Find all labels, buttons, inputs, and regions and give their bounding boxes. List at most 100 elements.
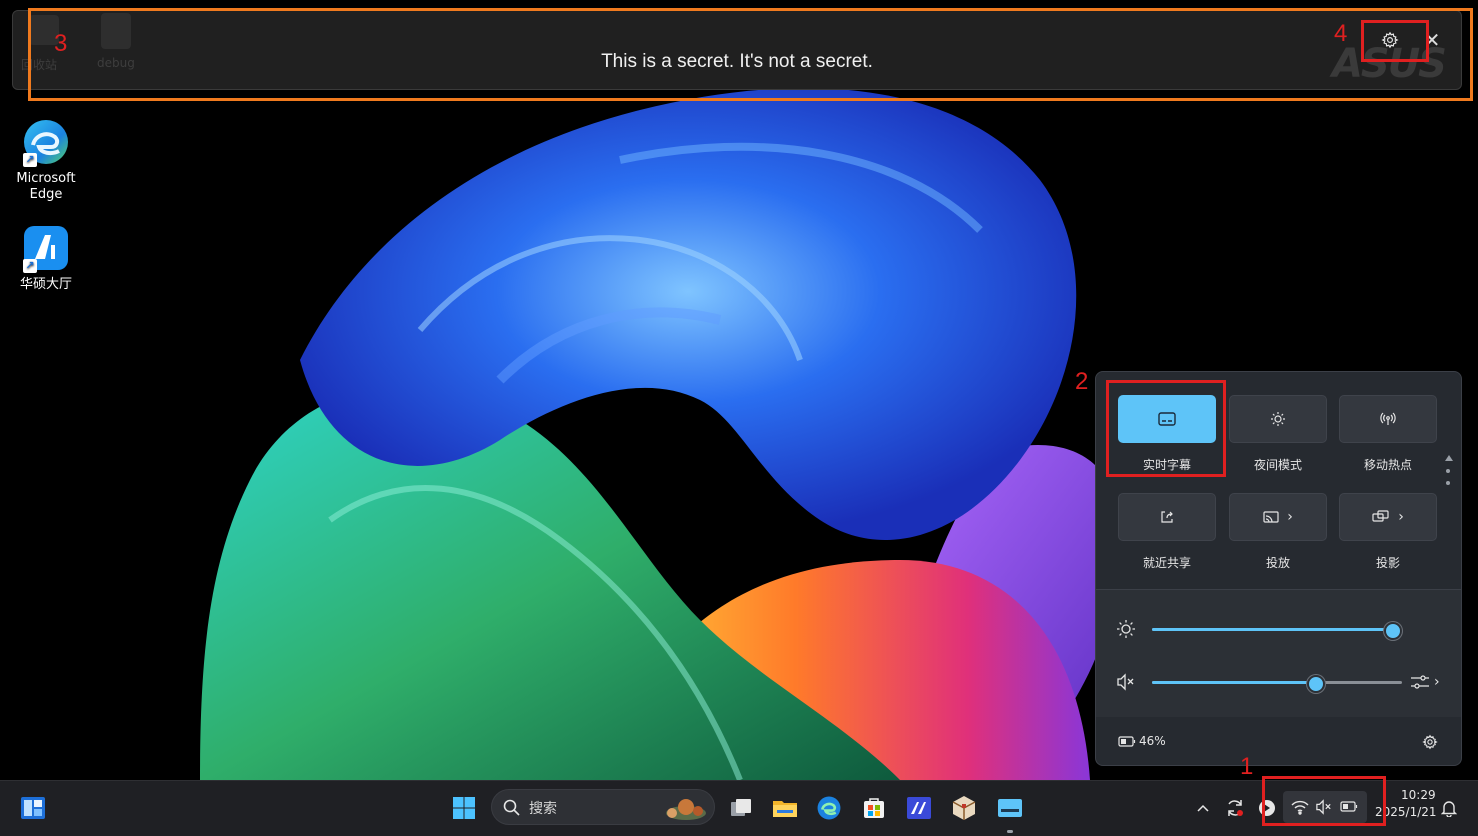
- cast-button[interactable]: ›: [1229, 493, 1327, 541]
- caption-text: This is a secret. It's not a secret.: [601, 51, 873, 72]
- search-icon: [503, 799, 520, 816]
- shortcut-arrow-icon: ↗: [23, 259, 37, 273]
- sync-tray-button[interactable]: [1218, 791, 1252, 825]
- pager-up-icon: [1445, 455, 1453, 461]
- bell-icon: [1441, 801, 1457, 817]
- volume-muted-icon[interactable]: [1116, 673, 1136, 691]
- close-icon: ✕: [1423, 28, 1441, 52]
- search-label: 搜索: [529, 801, 557, 817]
- brightness-row: [1116, 617, 1446, 641]
- tray-app-button[interactable]: [1250, 791, 1284, 825]
- app-cube-button[interactable]: [947, 791, 981, 825]
- brightness-icon: [1117, 620, 1135, 638]
- folder-icon: [773, 801, 797, 817]
- pager-dot: [1446, 469, 1450, 473]
- all-settings-button[interactable]: [1419, 731, 1441, 753]
- tile-project[interactable]: › 投影: [1339, 493, 1437, 571]
- tile-nearby-share[interactable]: 就近共享: [1118, 493, 1216, 571]
- cast-icon: [1263, 511, 1279, 523]
- taskbar-search[interactable]: 搜索: [491, 789, 715, 825]
- asus-hall-icon: ↗: [21, 223, 71, 273]
- battery-icon: [1118, 736, 1136, 747]
- brightness-slider[interactable]: [1152, 622, 1402, 640]
- live-captions-bar: 回收站 debug ASUS This is a secret. It's no…: [12, 10, 1462, 90]
- brightness-fill: [1152, 628, 1392, 631]
- nearby-share-icon: [1161, 511, 1173, 523]
- desktop-icon-edge[interactable]: ↗ Microsoft Edge: [10, 117, 82, 203]
- myasus-button[interactable]: [902, 791, 936, 825]
- tray-app-icon: [1259, 800, 1275, 816]
- volume-muted-icon: [1316, 799, 1331, 815]
- audio-output-button[interactable]: ›: [1410, 672, 1444, 692]
- chevron-right-icon: ›: [1287, 509, 1293, 525]
- hotspot-toggle[interactable]: [1339, 395, 1437, 443]
- task-view-button[interactable]: [724, 791, 758, 825]
- audio-mixer-icon: [1411, 675, 1429, 689]
- live-captions-taskbar-button[interactable]: [993, 791, 1027, 833]
- folder-ghost-icon: [101, 13, 131, 49]
- tile-night-light[interactable]: 夜间模式: [1229, 395, 1327, 473]
- network-volume-battery-group[interactable]: [1283, 791, 1367, 823]
- desktop-icon-label: Microsoft: [16, 171, 76, 186]
- battery-percent: 46%: [1139, 734, 1166, 748]
- project-button[interactable]: ›: [1339, 493, 1437, 541]
- caption-close-button[interactable]: ✕: [1419, 27, 1445, 53]
- volume-thumb[interactable]: [1306, 675, 1325, 693]
- live-captions-app-icon: [998, 799, 1022, 817]
- gear-icon: [1422, 734, 1438, 750]
- brightness-thumb[interactable]: [1384, 622, 1402, 640]
- taskbar: 搜索 10:29 2025/1/21: [0, 780, 1478, 836]
- live-captions-toggle[interactable]: [1118, 395, 1216, 443]
- quick-settings-tiles: 实时字幕 夜间模式 移动热点 就近共享 › 投放 › 投影: [1096, 372, 1461, 589]
- battery-icon: [1340, 801, 1358, 812]
- tile-label: 实时字幕: [1142, 458, 1191, 472]
- caption-settings-button[interactable]: [1377, 27, 1403, 53]
- tile-live-captions[interactable]: 实时字幕: [1118, 395, 1216, 473]
- search-highlight-icon: [666, 799, 706, 820]
- volume-fill: [1152, 681, 1315, 684]
- running-indicator: [1007, 830, 1013, 833]
- desktop-icon-label: Edge: [29, 187, 63, 202]
- shortcut-arrow-icon: ↗: [23, 153, 37, 167]
- live-captions-icon: [1158, 412, 1176, 426]
- night-light-toggle[interactable]: [1229, 395, 1327, 443]
- show-hidden-icons-button[interactable]: [1186, 791, 1220, 825]
- annotation-number: 4: [1334, 20, 1348, 47]
- edge-taskbar-button[interactable]: [812, 791, 846, 825]
- myasus-icon: [907, 797, 931, 819]
- notifications-button[interactable]: [1432, 791, 1466, 825]
- quick-settings-footer: 46%: [1096, 716, 1461, 765]
- store-button[interactable]: [857, 791, 891, 825]
- clock-date: 2025/1/21: [1375, 805, 1437, 819]
- tiles-pager[interactable]: [1445, 455, 1453, 493]
- file-explorer-button[interactable]: [768, 791, 802, 825]
- nearby-share-toggle[interactable]: [1118, 493, 1216, 541]
- tile-label: 就近共享: [1142, 556, 1191, 570]
- desktop-icon-asus-hall[interactable]: ↗ 华硕大厅: [10, 223, 82, 293]
- quick-settings-sliders: ›: [1096, 589, 1461, 717]
- tile-label: 移动热点: [1363, 458, 1412, 472]
- windows-logo-icon: [453, 797, 475, 819]
- volume-row: ›: [1116, 670, 1446, 694]
- tile-label: 夜间模式: [1253, 458, 1302, 472]
- gear-icon: [1381, 31, 1399, 49]
- edge-icon: ↗: [21, 117, 71, 167]
- sync-icon: [1228, 800, 1243, 816]
- desktop-icon-label: 华硕大厅: [19, 277, 72, 292]
- widgets-icon: [21, 797, 45, 819]
- wifi-icon: [1291, 800, 1309, 815]
- tile-label: 投影: [1375, 556, 1400, 570]
- widgets-button[interactable]: [16, 791, 50, 825]
- tile-mobile-hotspot[interactable]: 移动热点: [1339, 395, 1437, 473]
- chevron-up-icon: [1197, 804, 1209, 812]
- tile-cast[interactable]: › 投放: [1229, 493, 1327, 571]
- edge-icon: [817, 796, 841, 820]
- chevron-right-icon: ›: [1434, 674, 1440, 690]
- quick-settings-panel: 实时字幕 夜间模式 移动热点 就近共享 › 投放 › 投影 › 46%: [1095, 371, 1462, 766]
- chevron-right-icon: ›: [1398, 509, 1404, 525]
- volume-slider[interactable]: [1152, 675, 1402, 693]
- hotspot-icon: [1380, 412, 1396, 425]
- annotation-number: 1: [1240, 753, 1254, 780]
- start-button[interactable]: [447, 791, 481, 825]
- annotation-number: 2: [1075, 368, 1089, 395]
